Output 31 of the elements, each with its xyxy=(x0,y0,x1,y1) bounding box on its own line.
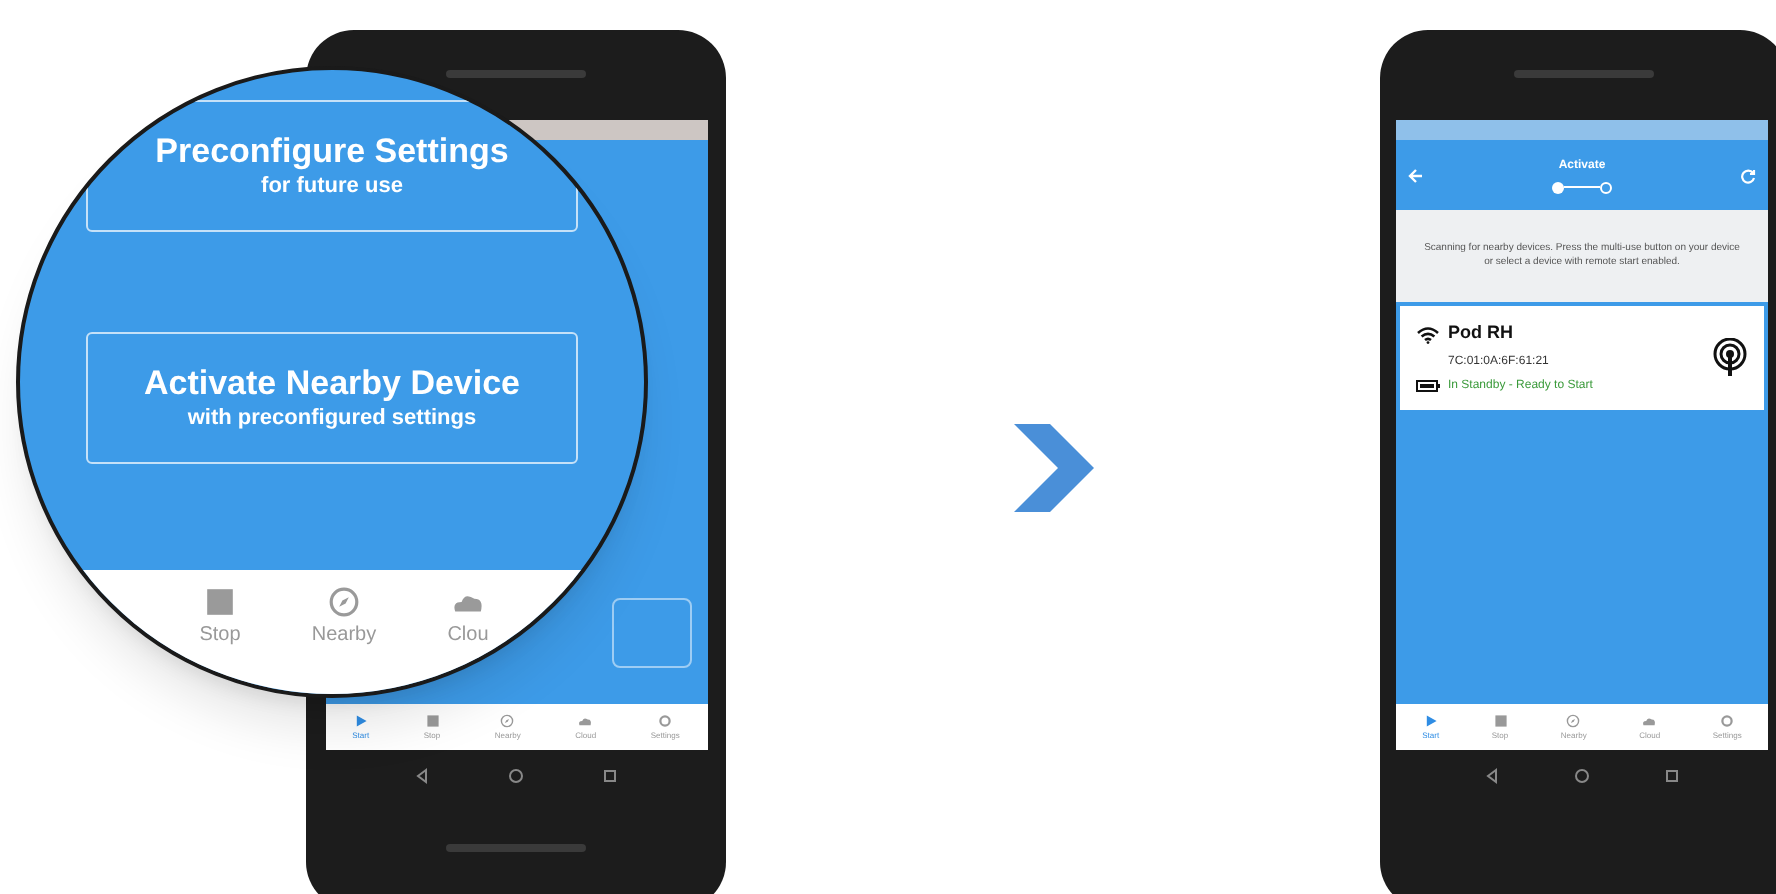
gear-icon xyxy=(658,713,673,727)
cloud-icon xyxy=(1642,713,1657,727)
compass-icon xyxy=(328,586,360,618)
tab-bar-item[interactable]: Stop xyxy=(180,586,260,650)
chevron-right-icon xyxy=(1014,424,1094,512)
back-icon[interactable] xyxy=(1483,767,1500,783)
broadcast-icon xyxy=(1712,338,1748,378)
recents-icon[interactable] xyxy=(602,767,618,783)
home-icon[interactable] xyxy=(508,767,524,783)
outlined-panel xyxy=(611,598,691,668)
outlined-button[interactable]: Activate Nearby Device with preconfigured settings xyxy=(86,332,578,464)
cloud-icon xyxy=(578,713,593,727)
recents-icon[interactable] xyxy=(1664,767,1681,783)
refresh-icon[interactable] xyxy=(1740,167,1756,183)
wifi-icon xyxy=(1416,325,1440,343)
play-icon xyxy=(353,713,368,727)
back-icon[interactable] xyxy=(414,767,430,783)
play-icon xyxy=(1423,713,1438,727)
tab-bar-item[interactable]: Clou xyxy=(428,586,508,650)
tab-bar-item[interactable]: Nearby xyxy=(304,586,384,650)
square-icon xyxy=(425,713,439,727)
battery-icon xyxy=(1416,380,1440,393)
square-icon xyxy=(204,586,236,618)
square-icon xyxy=(1493,713,1507,727)
device-name: Pod RH xyxy=(1448,320,1513,347)
outlined-button[interactable]: Preconfigure Settings for future use xyxy=(86,100,578,232)
compass-icon xyxy=(500,713,515,727)
back-arrow-icon[interactable] xyxy=(1408,167,1424,183)
compass-icon xyxy=(1566,713,1581,727)
gear-icon xyxy=(1720,713,1735,727)
home-icon[interactable] xyxy=(1573,767,1590,783)
